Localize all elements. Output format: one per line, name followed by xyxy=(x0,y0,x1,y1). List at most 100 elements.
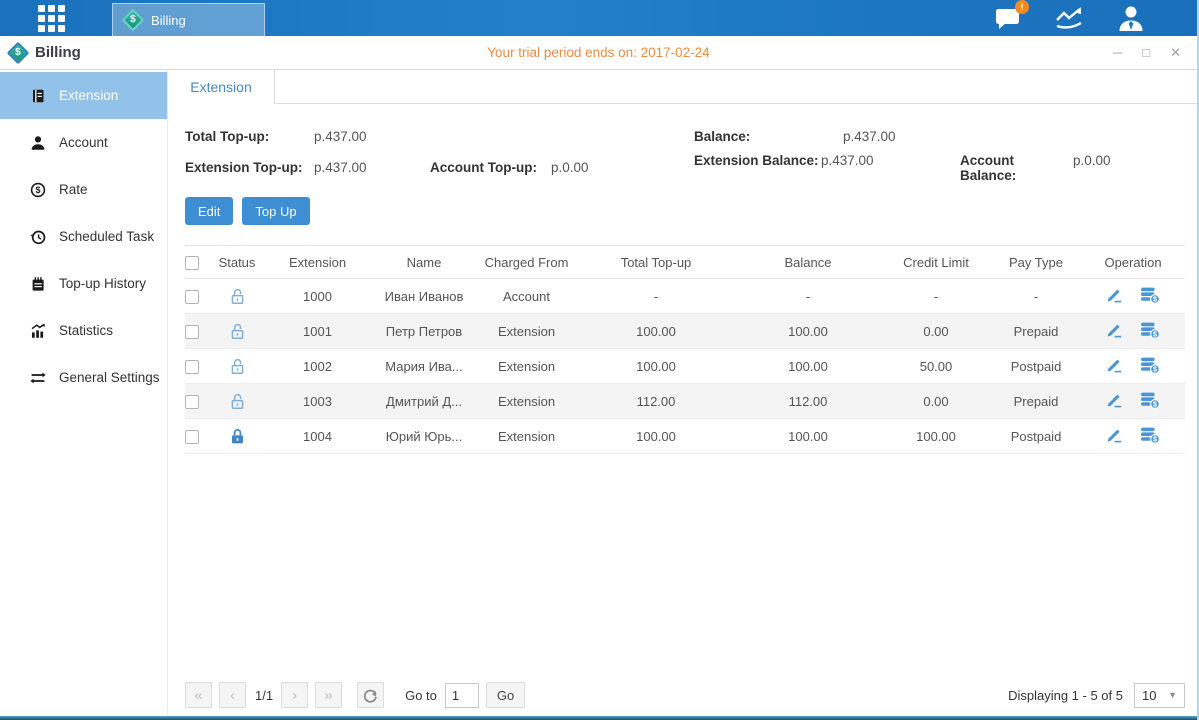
select-all-header-cell xyxy=(185,246,211,279)
status-cell xyxy=(211,279,263,314)
column-header-total-top-up: Total Top-up xyxy=(577,246,735,279)
maximize-button[interactable]: □ xyxy=(1142,46,1150,59)
pay-type-cell: - xyxy=(991,279,1081,314)
goto-page-input[interactable] xyxy=(445,683,479,708)
status-cell xyxy=(211,349,263,384)
table-row: 1001Петр ПетровExtension100.00100.000.00… xyxy=(185,314,1185,349)
app-tab-label: Billing xyxy=(151,13,186,28)
window-title-text: Billing xyxy=(35,44,81,61)
top-up-coins-icon[interactable]: $ xyxy=(1140,426,1160,444)
extension-cell: 1000 xyxy=(263,279,372,314)
charged-from-cell: Extension xyxy=(476,349,577,384)
credit-limit-cell: 0.00 xyxy=(881,314,991,349)
close-button[interactable]: ✕ xyxy=(1170,46,1181,59)
edit-pencil-icon[interactable] xyxy=(1106,286,1123,303)
last-page-button[interactable]: » xyxy=(315,682,342,708)
pay-type-cell: Prepaid xyxy=(991,314,1081,349)
sidebar-item-account[interactable]: Account xyxy=(0,119,167,166)
status-cell xyxy=(211,384,263,419)
resource-monitor-chart-icon[interactable] xyxy=(1055,6,1083,30)
row-checkbox[interactable] xyxy=(185,395,199,409)
goto-label: Go to xyxy=(405,688,437,703)
swap-arrows-icon xyxy=(30,370,46,386)
main-content: Extension Total Top-up: p.437.00 Balance… xyxy=(168,70,1199,716)
status-cell xyxy=(211,314,263,349)
credit-limit-cell: 0.00 xyxy=(881,384,991,419)
user-account-icon[interactable] xyxy=(1117,5,1145,31)
sidebar-item-label: Statistics xyxy=(59,323,113,338)
charged-from-cell: Account xyxy=(476,279,577,314)
first-page-button[interactable]: « xyxy=(185,682,212,708)
pay-type-cell: Postpaid xyxy=(991,349,1081,384)
sidebar-item-label: Rate xyxy=(59,182,88,197)
app-tab-billing[interactable]: $ Billing xyxy=(112,3,265,36)
page-indicator: 1/1 xyxy=(255,688,273,703)
lock-open-icon xyxy=(229,357,246,376)
dollar-circle-icon: $ xyxy=(30,182,46,198)
edit-pencil-icon[interactable] xyxy=(1106,391,1123,408)
minimize-button[interactable]: ─ xyxy=(1113,46,1122,59)
refresh-button[interactable] xyxy=(357,682,384,708)
row-select-cell xyxy=(185,349,211,384)
edit-button[interactable]: Edit xyxy=(185,197,233,225)
extension-topup-value: p.437.00 xyxy=(314,160,430,175)
edit-pencil-icon[interactable] xyxy=(1106,321,1123,338)
top-bar: $ Billing ! xyxy=(0,0,1197,36)
row-checkbox[interactable] xyxy=(185,325,199,339)
extension-cell: 1004 xyxy=(263,419,372,454)
sidebar-item-general-settings[interactable]: General Settings xyxy=(0,354,167,401)
go-button[interactable]: Go xyxy=(486,682,525,708)
sidebar-item-label: Account xyxy=(59,135,108,150)
account-balance-label: Account Balance: xyxy=(960,153,1073,183)
operation-cell: $ xyxy=(1081,384,1185,419)
billing-diamond-icon: $ xyxy=(7,41,30,64)
row-select-cell xyxy=(185,384,211,419)
next-page-button[interactable]: › xyxy=(281,682,308,708)
person-icon xyxy=(30,135,46,151)
extension-topup-label: Extension Top-up: xyxy=(185,160,314,175)
svg-text:$: $ xyxy=(35,185,40,195)
tab-extension[interactable]: Extension xyxy=(168,70,275,104)
sidebar-item-label: General Settings xyxy=(59,370,160,385)
window-bottom-edge xyxy=(0,716,1197,720)
page-size-select[interactable]: 10 ▼ xyxy=(1134,683,1185,708)
notifications-chat-icon[interactable]: ! xyxy=(995,6,1021,30)
edit-pencil-icon[interactable] xyxy=(1106,426,1123,443)
topbar-icons: ! xyxy=(995,5,1145,31)
status-cell xyxy=(211,419,263,454)
sidebar-item-extension[interactable]: Extension xyxy=(0,72,167,119)
top-up-coins-icon[interactable]: $ xyxy=(1140,391,1160,409)
sidebar-item-rate[interactable]: $ Rate xyxy=(0,166,167,213)
column-header-charged-from: Charged From xyxy=(476,246,577,279)
table-row: 1004Юрий Юрь...Extension100.00100.00100.… xyxy=(185,419,1185,454)
sidebar-item-top-up-history[interactable]: Top-up History xyxy=(0,260,167,307)
name-cell: Петр Петров xyxy=(372,314,476,349)
credit-limit-cell: - xyxy=(881,279,991,314)
top-up-coins-icon[interactable]: $ xyxy=(1140,321,1160,339)
row-checkbox[interactable] xyxy=(185,360,199,374)
sidebar-item-label: Top-up History xyxy=(59,276,146,291)
select-all-checkbox[interactable] xyxy=(185,256,199,270)
sidebar-item-statistics[interactable]: Statistics xyxy=(0,307,167,354)
top-up-coins-icon[interactable]: $ xyxy=(1140,286,1160,304)
balance-cell: 100.00 xyxy=(735,314,881,349)
credit-limit-cell: 100.00 xyxy=(881,419,991,454)
total-topup-cell: - xyxy=(577,279,735,314)
top-up-coins-icon[interactable]: $ xyxy=(1140,356,1160,374)
balance-cell: 100.00 xyxy=(735,419,881,454)
table-row: 1002Мария Ива...Extension100.00100.0050.… xyxy=(185,349,1185,384)
edit-pencil-icon[interactable] xyxy=(1106,356,1123,373)
app-launcher-grid-icon[interactable] xyxy=(38,5,65,32)
prev-page-button[interactable]: ‹ xyxy=(219,682,246,708)
row-checkbox[interactable] xyxy=(185,290,199,304)
row-checkbox[interactable] xyxy=(185,430,199,444)
total-topup-cell: 100.00 xyxy=(577,314,735,349)
top-up-button[interactable]: Top Up xyxy=(242,197,309,225)
account-topup-value: p.0.00 xyxy=(551,160,589,175)
sidebar-item-scheduled-task[interactable]: Scheduled Task xyxy=(0,213,167,260)
extension-cell: 1001 xyxy=(263,314,372,349)
pay-type-cell: Postpaid xyxy=(991,419,1081,454)
extension-balance-value: p.437.00 xyxy=(821,153,960,183)
tabs-bar: Extension xyxy=(168,70,1199,104)
row-select-cell xyxy=(185,419,211,454)
